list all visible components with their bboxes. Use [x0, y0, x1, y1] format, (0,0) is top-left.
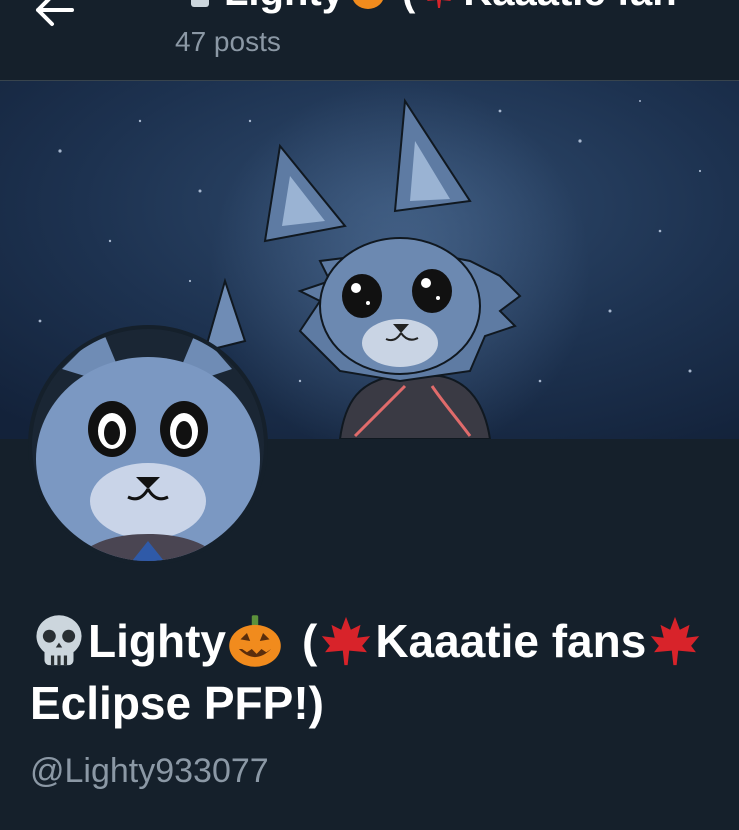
maple-leaf-emoji-icon: [427, 0, 452, 8]
avatar[interactable]: [28, 325, 268, 565]
header-title-name: Lighty: [224, 0, 344, 15]
jack-o-lantern-emoji-icon: [353, 0, 383, 9]
skull-emoji-icon: [191, 0, 209, 7]
maple-leaf-emoji-icon: [651, 616, 700, 666]
display-name-line-2: Eclipse PFP!): [30, 677, 324, 729]
display-name-part-3: Kaaatie fans: [375, 615, 647, 667]
maple-leaf-emoji-icon: [322, 616, 371, 666]
profile-page: Lighty ( Kaaatie fan 47 posts: [0, 0, 739, 830]
header-title-partial: Kaaatie fan: [463, 0, 676, 15]
display-name-part-1: Lighty: [88, 615, 226, 667]
display-name: Lighty ( Kaaatie fans Eclipse PFP!): [30, 610, 739, 734]
top-bar: Lighty ( Kaaatie fan 47 posts: [0, 0, 739, 81]
jack-o-lantern-emoji-icon: [229, 615, 281, 667]
avatar-image: [32, 329, 264, 561]
header-title: Lighty ( Kaaatie fan: [182, 0, 677, 15]
back-button[interactable]: [22, 0, 86, 38]
user-handle: @Lighty933077: [30, 752, 269, 790]
header-title-paren: (: [402, 0, 415, 15]
skull-emoji-icon: [36, 615, 82, 666]
arrow-left-icon: [36, 0, 74, 26]
display-name-part-2: (: [301, 615, 318, 667]
post-count: 47 posts: [175, 26, 281, 57]
